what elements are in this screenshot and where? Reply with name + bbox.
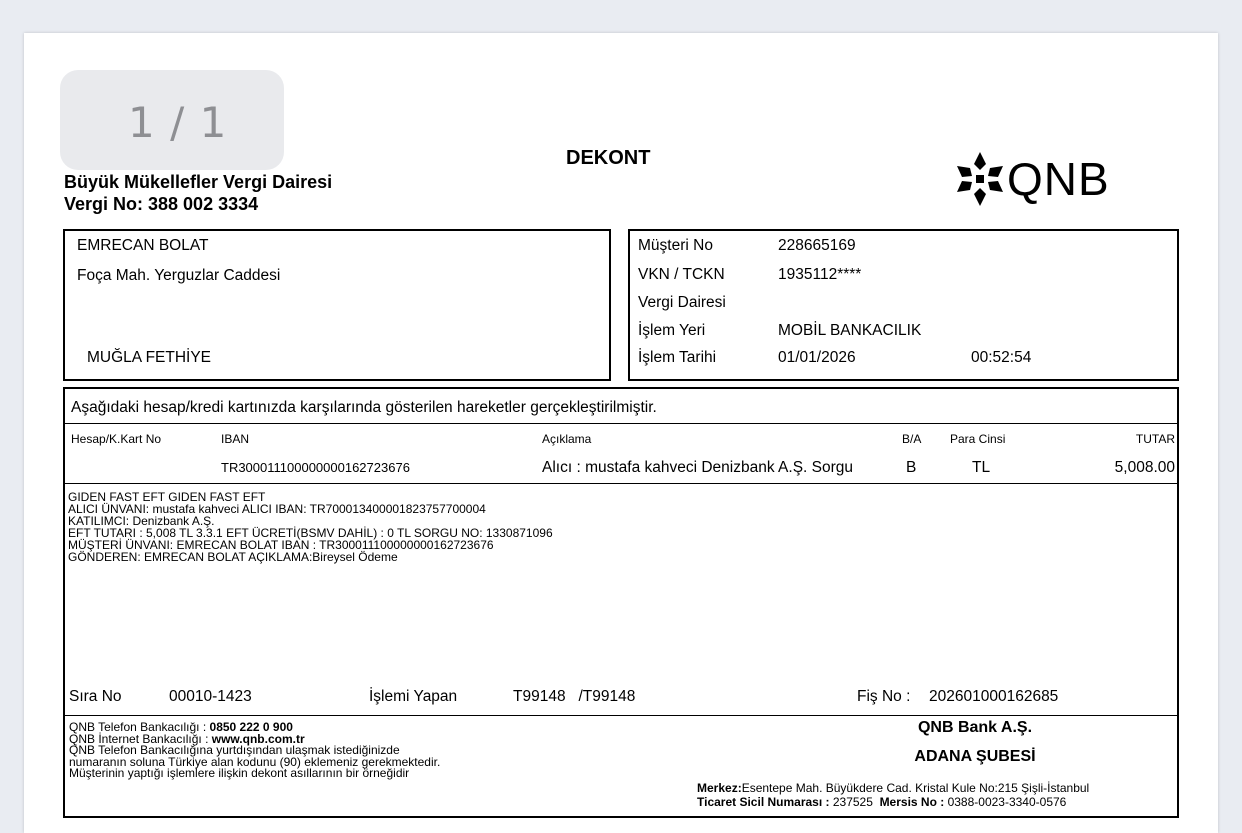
footer-contact: QNB Telefon Bankacılığı : 0850 222 0 900… <box>69 721 440 780</box>
vkn-value: 1935112**** <box>778 266 862 283</box>
operator-value: T99148 /T99148 <box>513 688 636 705</box>
time-value: 00:52:54 <box>971 349 1032 366</box>
hq-info: Merkez:Esentepe Mah. Büyükdere Cad. Kris… <box>697 781 1089 809</box>
customer-no-label: Müşteri No <box>638 237 713 254</box>
mersis-label: Mersis No : <box>879 795 948 809</box>
date-label: İşlem Tarihi <box>638 349 717 366</box>
page-indicator: 1 / 1 <box>60 70 284 170</box>
header-amount: TUTAR <box>1135 432 1175 446</box>
detail-line: GÖNDEREN: EMRECAN BOLAT AÇIKLAMA:Bireyse… <box>68 550 398 564</box>
row-description: Alıcı : mustafa kahveci Denizbank A.Ş. S… <box>542 459 854 476</box>
hq-label: Merkez: <box>697 781 742 795</box>
location-value: MOBİL BANKACILIK <box>778 322 922 339</box>
document-title: DEKONT <box>566 147 651 169</box>
hq-address: Esentepe Mah. Büyükdere Cad. Kristal Kul… <box>741 781 1090 795</box>
transaction-box: Aşağıdaki hesap/kredi kartınızda karşıla… <box>63 387 1179 818</box>
operator-label: İşlemi Yapan <box>369 688 458 705</box>
tax-office-label: Vergi Dairesi <box>638 294 726 311</box>
transaction-intro: Aşağıdaki hesap/kredi kartınızda karşıla… <box>71 399 657 416</box>
customer-city: MUĞLA FETHİYE <box>87 349 212 366</box>
logo-text: QNB <box>1007 153 1110 205</box>
header-account: Hesap/K.Kart No <box>71 432 162 446</box>
row-iban: TR300011100000000162723676 <box>221 460 410 475</box>
row-ba: B <box>906 459 917 476</box>
header-iban: IBAN <box>221 432 250 446</box>
footer-note: Müşterinin yaptığı işlemlere ilişkin dek… <box>69 766 410 780</box>
header-ba: B/A <box>902 432 922 446</box>
bank-name: QNB Bank A.Ş. <box>917 719 1033 736</box>
customer-box: EMRECAN BOLAT Foça Mah. Yerguzlar Caddes… <box>63 229 611 381</box>
header-currency: Para Cinsi <box>950 432 1006 446</box>
row-currency: TL <box>972 459 991 476</box>
mersis-value: 0388-0023-3340-0576 <box>947 795 1067 809</box>
customer-no-value: 228665169 <box>778 237 856 254</box>
registry-label: Ticaret Sicil Numarası : <box>697 795 833 809</box>
branch-name: ADANA ŞUBESİ <box>914 748 1036 765</box>
receipt-label: Fiş No : <box>857 688 911 705</box>
registry-value: 237525 <box>832 795 873 809</box>
qnb-logo-icon <box>957 152 1003 206</box>
info-box: Müşteri No 228665169 VKN / TCKN 1935112*… <box>628 229 1179 381</box>
tax-office: Büyük Mükellefler Vergi Dairesi <box>64 172 333 192</box>
transaction-details: GIDEN FAST EFT GIDEN FAST EFT ALICI ÜNVA… <box>68 491 553 563</box>
seq-value: 00010-1423 <box>169 688 252 705</box>
header-description: Açıklama <box>542 432 592 446</box>
date-value: 01/01/2026 <box>778 349 856 366</box>
customer-address: Foça Mah. Yerguzlar Caddesi <box>77 267 281 284</box>
tax-number: Vergi No: 388 002 3334 <box>64 194 259 214</box>
receipt-value: 202601000162685 <box>929 688 1059 705</box>
seq-label: Sıra No <box>69 688 122 705</box>
vkn-label: VKN / TCKN <box>638 266 725 283</box>
location-label: İşlem Yeri <box>638 322 706 339</box>
row-amount: 5,008.00 <box>1114 459 1175 476</box>
page-indicator-text: 1 / 1 <box>128 98 228 147</box>
customer-name: EMRECAN BOLAT <box>77 237 209 254</box>
